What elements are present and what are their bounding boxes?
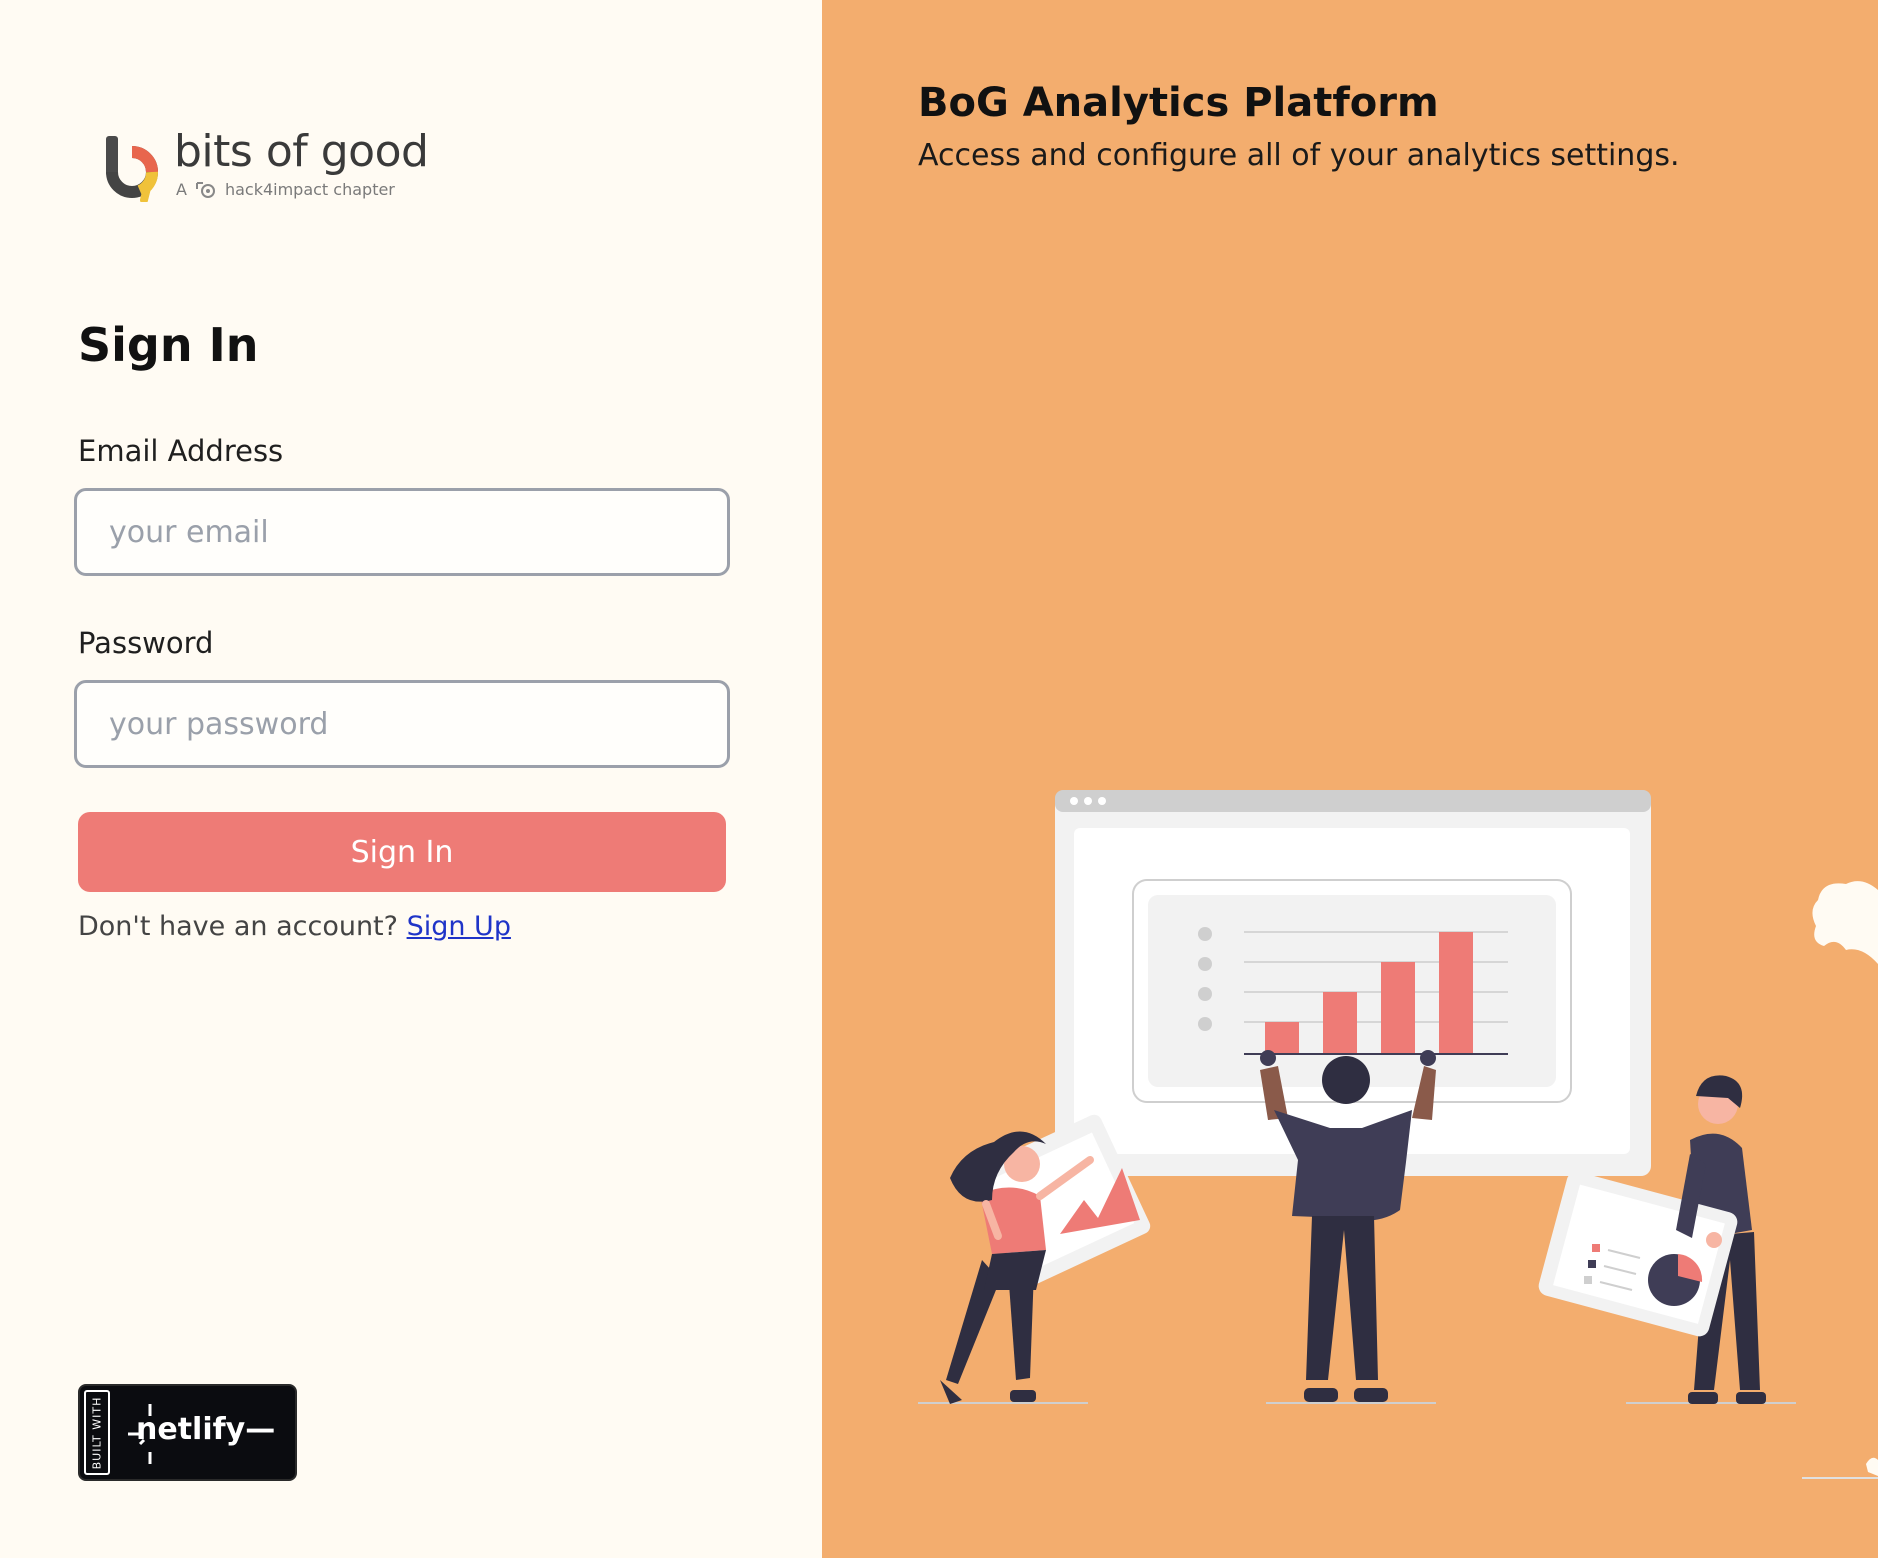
bits-of-good-logo-mark-icon (106, 136, 158, 202)
password-label: Password (78, 626, 214, 660)
browser-window (1055, 790, 1651, 1176)
email-label: Email Address (78, 434, 284, 468)
built-with-label: BUILT WITH (90, 1396, 104, 1469)
analytics-illustration (918, 790, 1878, 1479)
password-field[interactable] (74, 680, 730, 768)
hero-subtitle: Access and configure all of your analyti… (918, 138, 1680, 173)
brand-tagline: A hack4impact chapter (176, 180, 395, 199)
tagline-text: hack4impact chapter (224, 180, 395, 199)
sign-in-button[interactable]: Sign In (78, 812, 726, 892)
built-with-netlify-badge[interactable]: BUILT WITH netlify— (78, 1384, 297, 1481)
brand-name: bits of good (174, 126, 429, 177)
signup-prompt: Don't have an account? Sign Up (78, 911, 511, 942)
netlify-dash: — (245, 1412, 276, 1447)
tagline-prefix: A (176, 180, 187, 199)
hack4impact-icon (195, 181, 215, 198)
hero-title: BoG Analytics Platform (918, 80, 1439, 126)
email-field[interactable] (74, 488, 730, 576)
netlify-name: netlify (136, 1412, 246, 1447)
bits-of-good-logo[interactable]: bits of good A hack4impact chapter (104, 126, 434, 208)
sign-up-link[interactable]: Sign Up (407, 911, 511, 942)
built-with-label-box: BUILT WITH (84, 1390, 110, 1475)
netlify-wordmark: netlify— (136, 1412, 275, 1447)
decorative-shape (1812, 881, 1878, 1476)
hero-panel: BoG Analytics Platform Access and config… (822, 0, 1878, 1558)
no-account-text: Don't have an account? (78, 911, 398, 942)
sign-in-panel: bits of good A hack4impact chapter Sign … (0, 0, 822, 1558)
page-title: Sign In (78, 318, 259, 372)
